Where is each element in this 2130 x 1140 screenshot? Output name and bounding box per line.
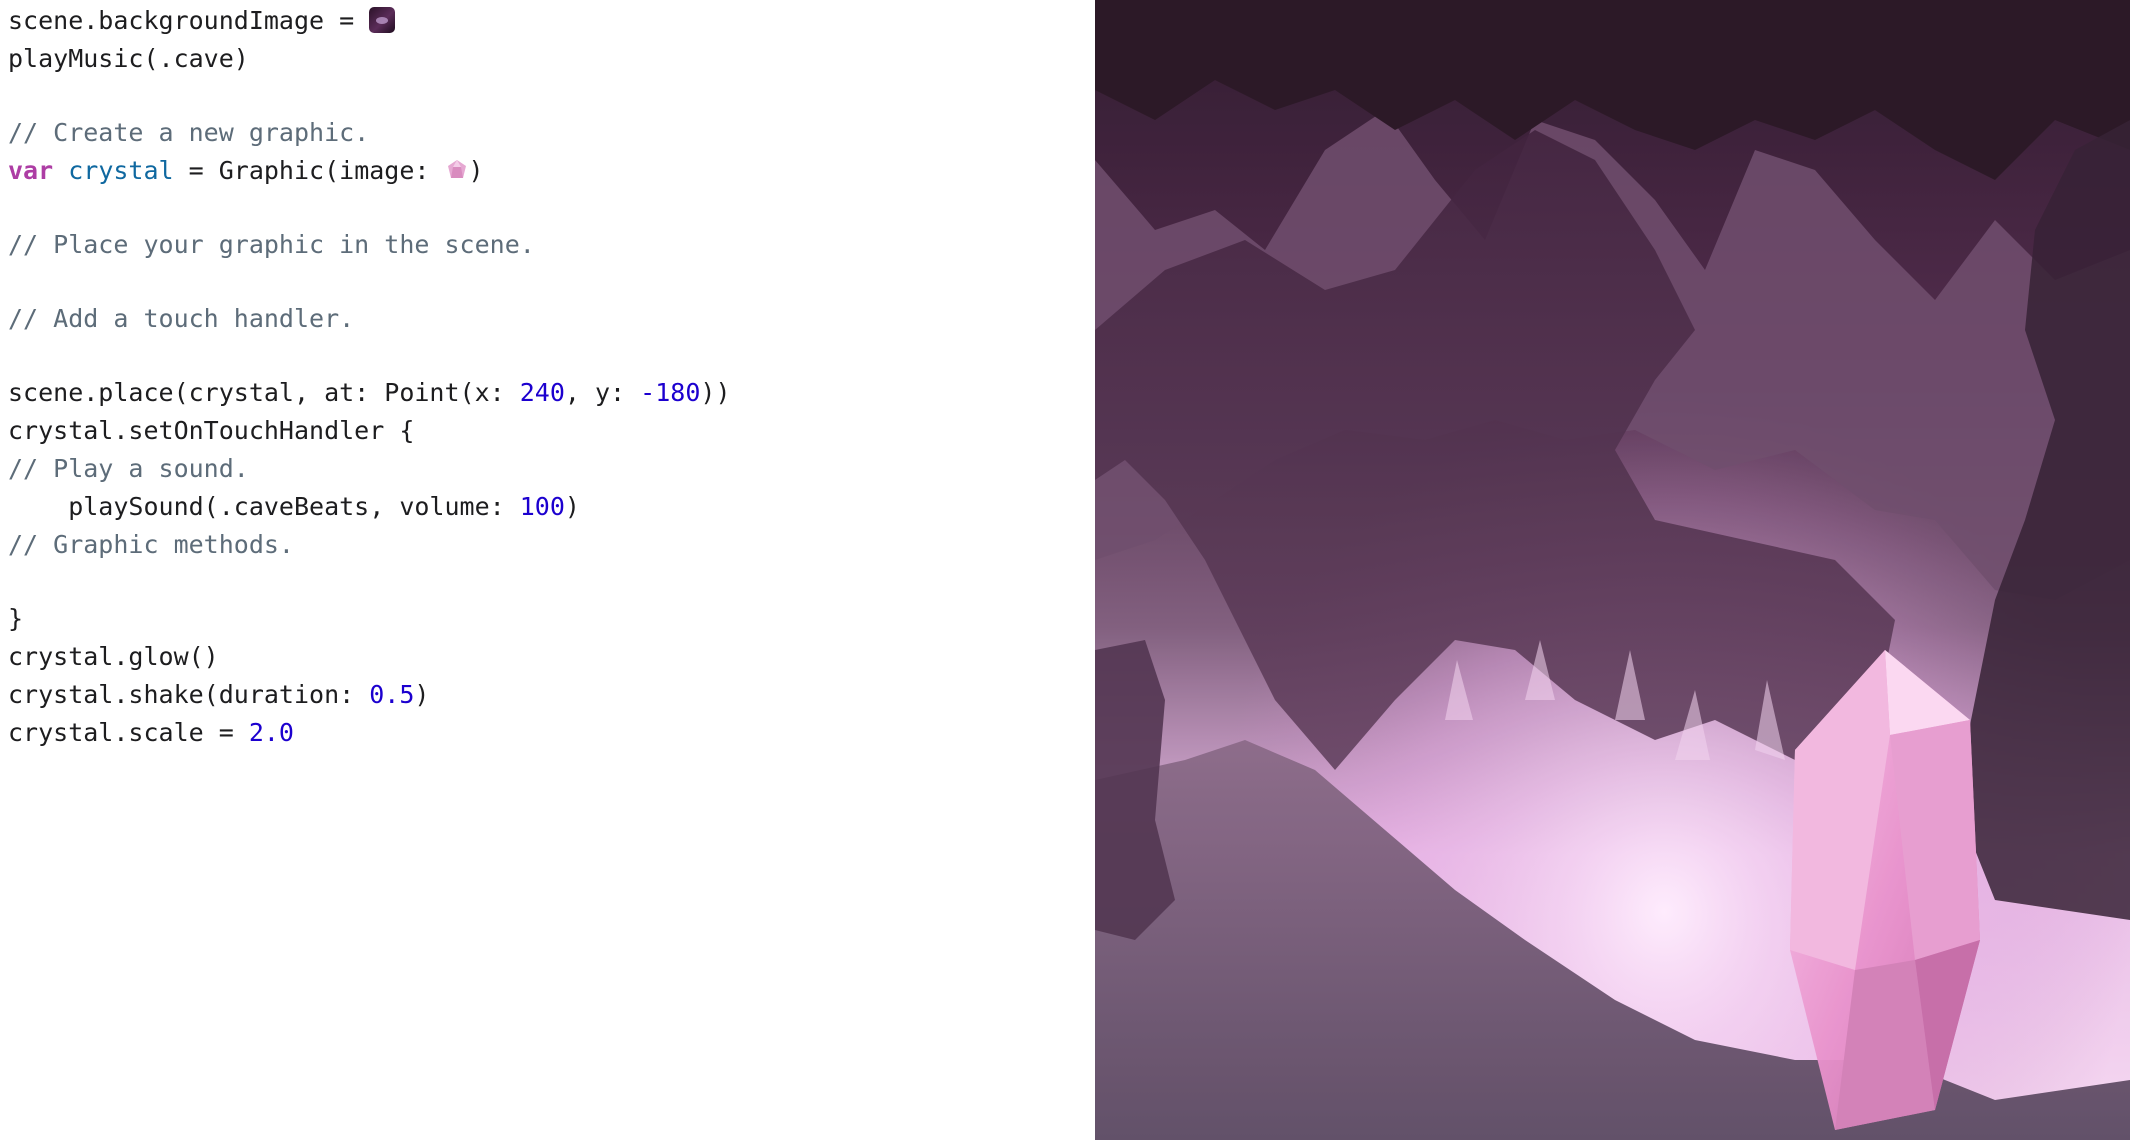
code-text: = Graphic(image:	[173, 156, 445, 185]
code-text: crystal.glow()	[8, 642, 219, 671]
number-literal: 2.0	[248, 718, 294, 747]
code-line[interactable]: crystal.glow()	[8, 638, 219, 676]
code-line[interactable]: crystal.scale = 2.0	[8, 714, 294, 752]
comment-text: // Play a sound.	[8, 454, 249, 483]
code-comment[interactable]: // Play a sound.	[8, 450, 249, 488]
number-literal: -180	[640, 378, 701, 407]
code-comment[interactable]: // Create a new graphic.	[8, 114, 369, 152]
live-view-scene[interactable]	[1095, 0, 2130, 1140]
keyword: var	[8, 156, 54, 185]
code-text: , y:	[564, 378, 641, 407]
code-line[interactable]: playMusic(.cave)	[8, 40, 249, 78]
code-text: crystal.scale =	[8, 718, 249, 747]
code-editor[interactable]: scene.backgroundImage = playMusic(.cave)…	[0, 0, 1095, 1140]
playground-window: scene.backgroundImage = playMusic(.cave)…	[0, 0, 2130, 1140]
comment-text: // Add a touch handler.	[8, 304, 355, 333]
code-comment[interactable]: // Add a touch handler.	[8, 300, 354, 338]
comment-text: // Place your graphic in the scene.	[8, 230, 535, 259]
cave-background-image	[1095, 0, 2130, 1140]
code-line[interactable]: scene.backgroundImage =	[8, 2, 396, 40]
code-text: crystal.shake(duration:	[8, 680, 370, 709]
image-literal-icon[interactable]	[369, 7, 396, 33]
crystal-icon[interactable]	[445, 158, 469, 182]
variable-name: crystal	[68, 156, 174, 185]
code-text: }	[8, 604, 24, 633]
comment-text: // Graphic methods.	[8, 530, 294, 559]
code-text: )	[468, 156, 484, 185]
code-line[interactable]: playSound(.caveBeats, volume: 100)	[8, 488, 580, 526]
code-line[interactable]: scene.place(crystal, at: Point(x: 240, y…	[8, 374, 731, 412]
code-text: playMusic(.cave)	[8, 44, 249, 73]
code-line[interactable]: }	[8, 600, 23, 638]
code-comment[interactable]: // Graphic methods.	[8, 526, 294, 564]
comment-text: // Create a new graphic.	[8, 118, 370, 147]
code-comment[interactable]: // Place your graphic in the scene.	[8, 226, 535, 264]
number-literal: 240	[519, 378, 565, 407]
code-line[interactable]: crystal.setOnTouchHandler {	[8, 412, 414, 450]
number-literal: 0.5	[369, 680, 415, 709]
code-line[interactable]: var crystal = Graphic(image: )	[8, 152, 484, 190]
code-text: scene.place(crystal, at: Point(x:	[8, 378, 520, 407]
code-text: playSound(.caveBeats, volume:	[8, 492, 520, 521]
code-line[interactable]: crystal.shake(duration: 0.5)	[8, 676, 429, 714]
code-text: crystal.setOnTouchHandler {	[8, 416, 415, 445]
code-text: )	[564, 492, 580, 521]
number-literal: 100	[519, 492, 565, 521]
code-text: )	[414, 680, 430, 709]
code-text: scene.backgroundImage =	[8, 6, 370, 35]
code-text: ))	[700, 378, 731, 407]
